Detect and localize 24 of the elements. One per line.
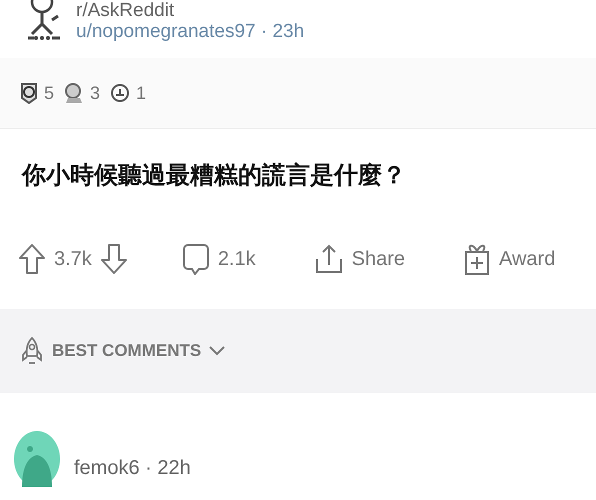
award-count: 3: [90, 82, 100, 104]
avatar-icon: [12, 429, 62, 489]
post-title: 你小時候聽過最糟糕的謊言是什麼？: [20, 160, 407, 191]
comment-icon[interactable]: [182, 243, 210, 275]
comment-meta: femok6 · 22h: [74, 456, 191, 480]
shield-award-icon: [20, 82, 38, 104]
award-count: 5: [44, 82, 54, 104]
avatar-icon: [26, 0, 62, 42]
post-meta: u/nopomegranates97 · 23h: [76, 21, 304, 43]
rocket-icon: [20, 336, 44, 366]
share-label[interactable]: Share: [352, 248, 405, 270]
smile-award-icon: [110, 82, 130, 104]
comment-count: 2.1k: [218, 248, 256, 270]
upvote-icon[interactable]: [18, 243, 46, 275]
award-icon: [64, 82, 84, 104]
award-label[interactable]: Award: [499, 248, 556, 270]
sort-label[interactable]: BEST COMMENTS: [52, 341, 202, 361]
award-count: 1: [136, 82, 146, 104]
chevron-down-icon[interactable]: [209, 346, 226, 356]
downvote-icon[interactable]: [100, 243, 128, 275]
gift-icon[interactable]: [463, 242, 491, 276]
subreddit-name[interactable]: r/AskReddit: [76, 1, 304, 21]
vote-count: 3.7k: [54, 248, 92, 270]
share-icon[interactable]: [314, 243, 344, 275]
